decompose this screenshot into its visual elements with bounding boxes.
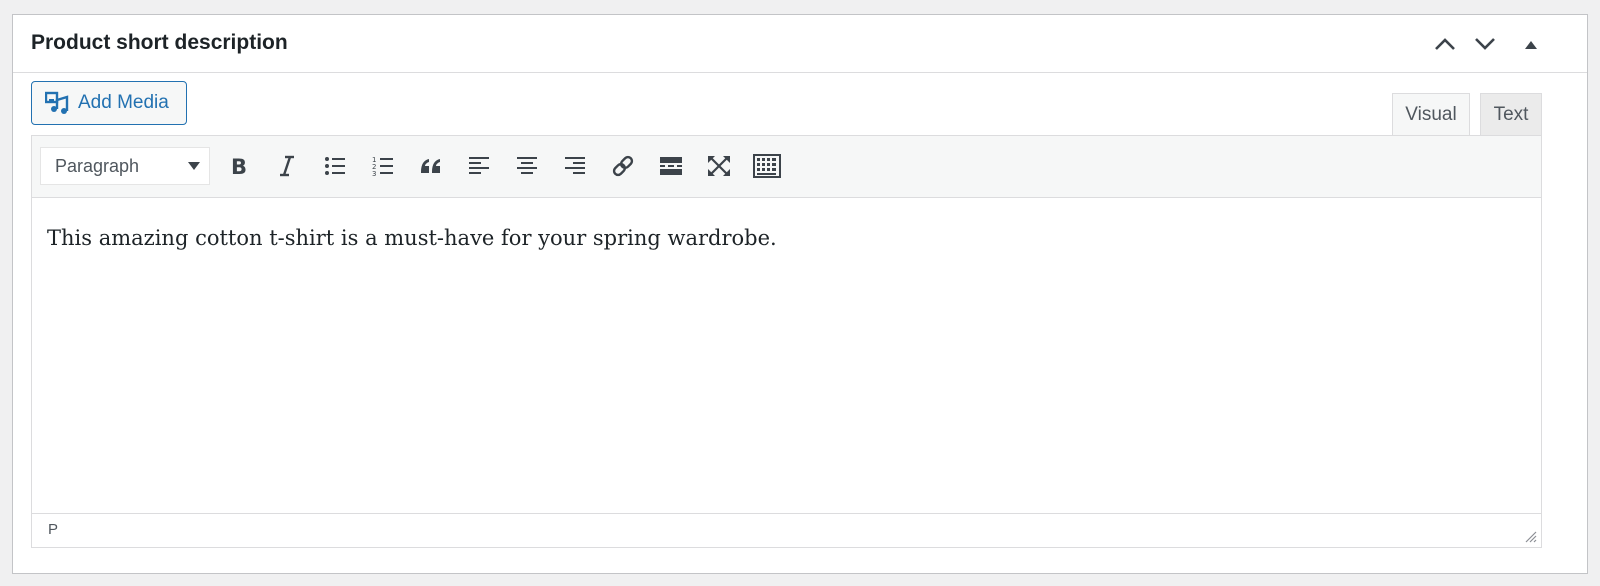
add-media-icon [45,91,69,114]
add-media-label: Add Media [78,92,169,113]
caret-down-icon [188,162,200,170]
move-down-button[interactable] [1470,29,1500,59]
bulleted-list-icon [325,157,345,175]
chevron-down-icon [1475,38,1495,50]
chevron-up-icon [1435,38,1455,50]
numbered-list-button[interactable]: 1 2 3 [364,147,402,185]
product-short-description-metabox: Product short description Add Media Visu… [12,14,1588,574]
italic-button[interactable] [268,147,306,185]
align-right-button[interactable] [556,147,594,185]
fullscreen-button[interactable] [700,147,738,185]
metabox-header: Product short description [13,15,1587,73]
fullscreen-icon [708,156,730,176]
format-select[interactable]: Paragraph [40,147,210,185]
editor-content[interactable]: This amazing cotton t-shirt is a must-ha… [47,226,777,250]
metabox-title: Product short description [31,31,288,54]
format-select-value: Paragraph [55,155,140,176]
toolbar-toggle-button[interactable] [748,147,786,185]
triangle-up-icon [1525,40,1537,49]
blockquote-button[interactable] [412,147,450,185]
editor-toolbar: Paragraph B 1 2 3 [32,136,1541,198]
read-more-button[interactable] [652,147,690,185]
move-up-button[interactable] [1430,29,1460,59]
tab-visual[interactable]: Visual [1392,93,1470,135]
align-center-icon [517,157,537,174]
bold-icon: B [231,155,247,177]
read-more-icon [660,157,682,175]
toggle-panel-button[interactable] [1516,29,1546,59]
editor-statusbar: P [32,513,1541,547]
blockquote-icon [421,159,440,173]
align-left-button[interactable] [460,147,498,185]
tab-text[interactable]: Text [1480,93,1542,135]
align-right-icon [565,157,585,174]
bold-button[interactable]: B [220,147,258,185]
numbered-list-icon: 1 2 3 [372,156,393,177]
insert-link-button[interactable] [604,147,642,185]
bulleted-list-button[interactable] [316,147,354,185]
align-left-icon [469,157,489,174]
align-center-button[interactable] [508,147,546,185]
resize-handle-icon[interactable] [1523,529,1537,543]
link-icon [612,155,634,177]
add-media-button[interactable]: Add Media [31,81,187,125]
toolbar-toggle-icon [753,154,781,178]
element-path[interactable]: P [48,521,58,538]
italic-icon [280,155,294,177]
svg-text:3: 3 [372,170,376,177]
svg-text:B: B [231,155,247,177]
editor-area: Paragraph B 1 2 3 This amazing cotton t-… [31,135,1542,548]
